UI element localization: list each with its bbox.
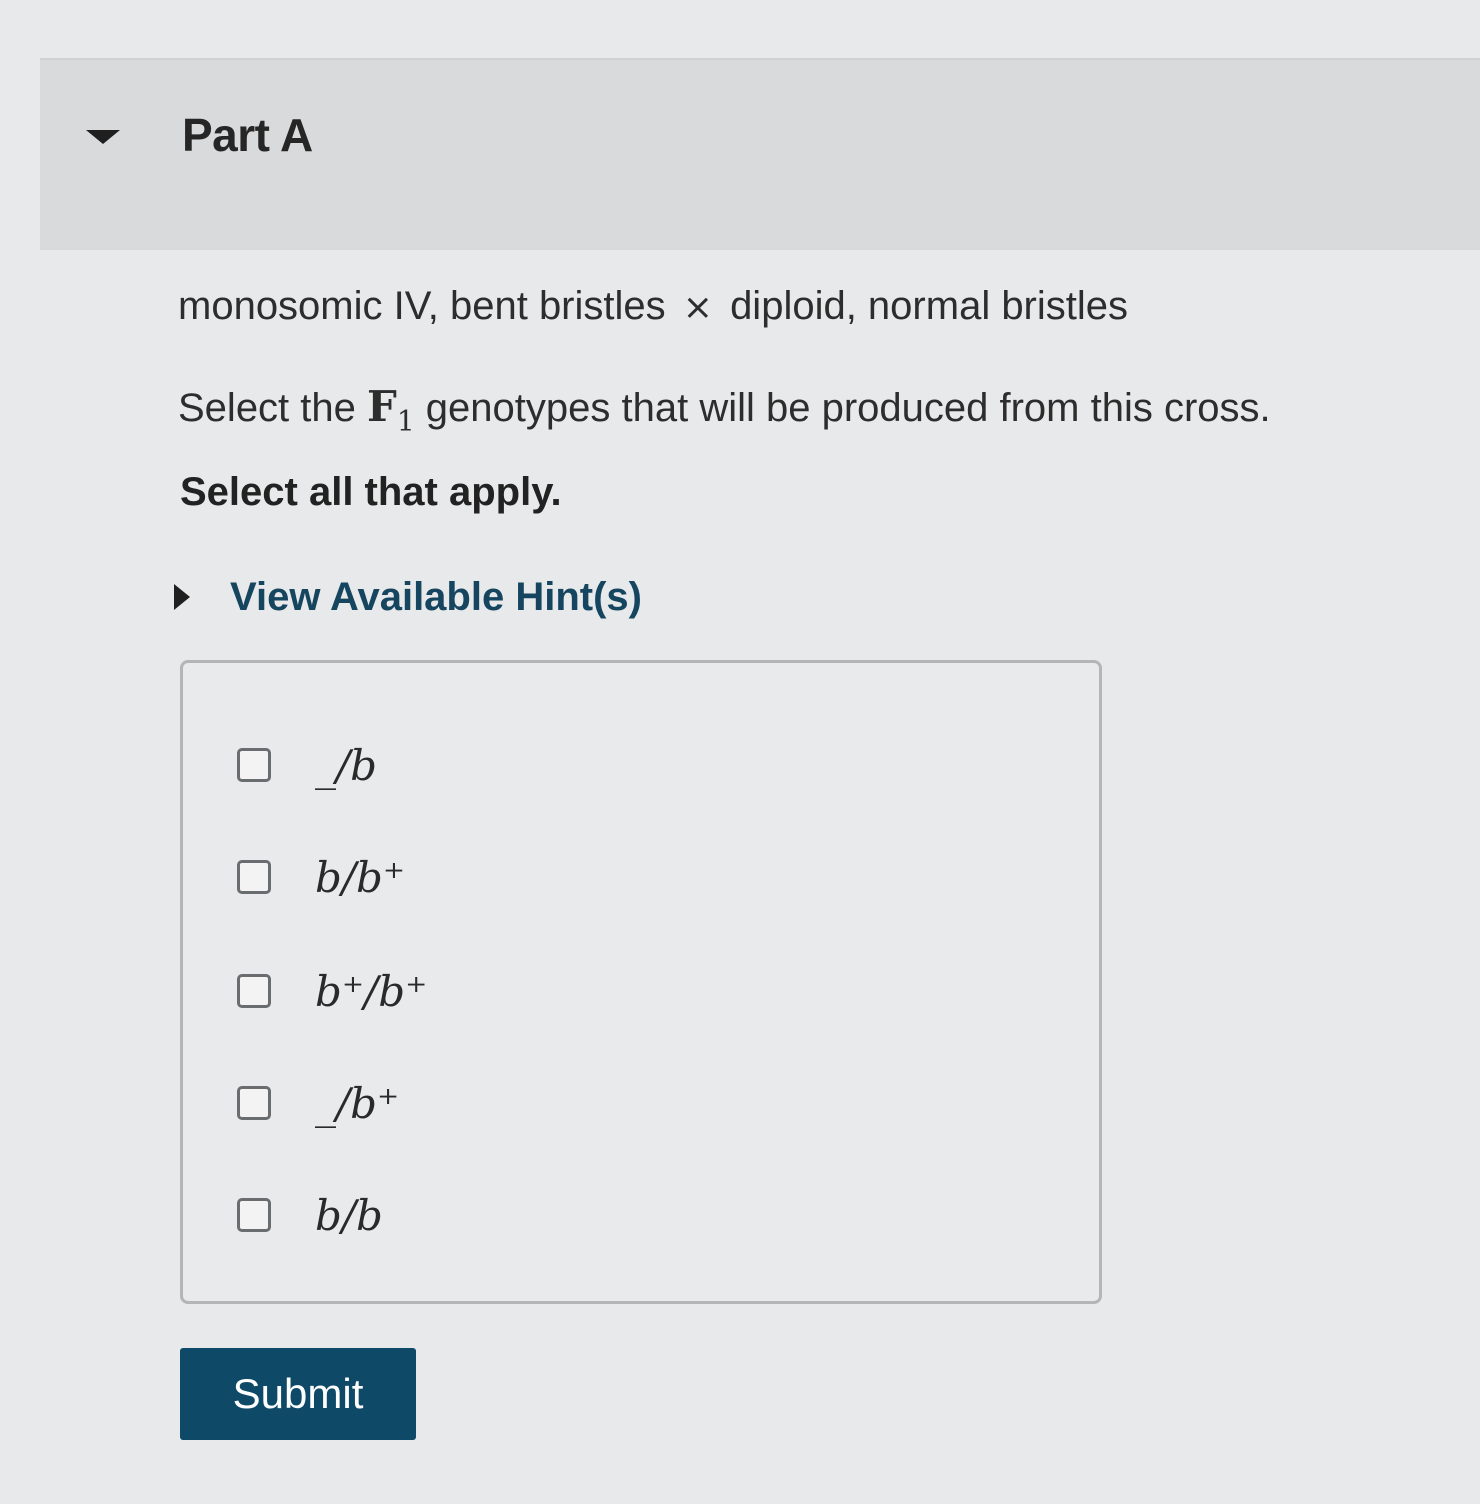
cross-left-parent: monosomic IV, bent bristles bbox=[178, 284, 666, 328]
question-suffix: genotypes that will be produced from thi… bbox=[414, 386, 1271, 430]
option-label: b⁺/b⁺ bbox=[315, 966, 428, 1016]
instruction-text: Select all that apply. bbox=[180, 470, 562, 514]
option-underscore-b[interactable]: _/b bbox=[237, 735, 377, 795]
option-label: b/b bbox=[315, 1190, 383, 1240]
question-prefix: Select the bbox=[178, 386, 368, 430]
option-checkbox[interactable] bbox=[237, 1086, 271, 1120]
submit-button[interactable]: Submit bbox=[180, 1348, 416, 1440]
option-checkbox[interactable] bbox=[237, 748, 271, 782]
option-label: b/b⁺ bbox=[315, 852, 406, 902]
caret-right-icon bbox=[174, 584, 190, 610]
option-underscore-bplus[interactable]: _/b⁺ bbox=[237, 1073, 399, 1133]
f1-subscript: 1 bbox=[396, 404, 415, 438]
option-b-bplus[interactable]: b/b⁺ bbox=[237, 847, 405, 907]
caret-down-icon[interactable] bbox=[86, 130, 120, 144]
part-title: Part A bbox=[182, 109, 313, 161]
option-b-b[interactable]: b/b bbox=[237, 1185, 383, 1245]
option-checkbox[interactable] bbox=[237, 974, 271, 1008]
cross-right-parent: diploid, normal bristles bbox=[730, 284, 1129, 328]
option-checkbox[interactable] bbox=[237, 860, 271, 894]
view-hints-link[interactable]: View Available Hint(s) bbox=[174, 572, 642, 622]
option-label: _/b bbox=[315, 740, 378, 790]
answer-options-box: _/b b/b⁺ b⁺/b⁺ _/b⁺ b/b bbox=[180, 660, 1102, 1304]
cross-symbol: × bbox=[682, 287, 713, 328]
f1-math: F1 bbox=[367, 382, 415, 437]
option-checkbox[interactable] bbox=[237, 1198, 271, 1232]
option-label: _/b⁺ bbox=[315, 1078, 400, 1128]
option-bplus-bplus[interactable]: b⁺/b⁺ bbox=[237, 961, 427, 1021]
view-hints-label[interactable]: View Available Hint(s) bbox=[230, 575, 642, 620]
f1-base: F bbox=[367, 382, 397, 431]
cross-description: monosomic IV, bent bristles × diploid, n… bbox=[178, 284, 1128, 329]
question-text: Select the F1 genotypes that will be pro… bbox=[178, 382, 1271, 437]
